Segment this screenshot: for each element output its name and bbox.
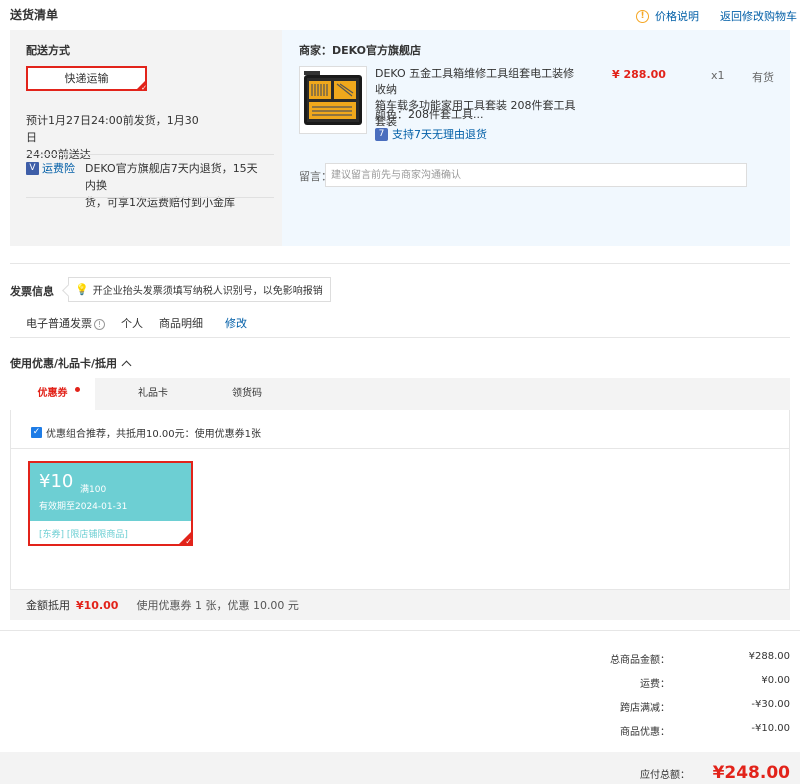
total-value: ¥0.00 — [761, 675, 790, 686]
invoice-tip: 💡 开企业抬头发票须填写纳税人识别号，以免影响报销 — [68, 277, 331, 302]
divider — [26, 154, 274, 155]
coupon-card[interactable]: ¥10 满100 有效期至2024-01-31 [东券] [限店铺限商品] — [28, 461, 193, 546]
insurance-text-line1: DEKO官方旗舰店7天内退货，15天内换 — [85, 162, 258, 192]
deduct-summary: 金额抵用 ¥10.00 使用优惠券 1 张，优惠 10.00 元 — [10, 590, 790, 620]
combo-recommend[interactable]: ✓ 优惠组合推荐，共抵用10.00元：使用优惠券1张 — [31, 425, 261, 440]
page-title: 送货清单 — [10, 8, 59, 22]
invoice-title: 发票信息 — [10, 285, 54, 298]
divider — [26, 197, 274, 198]
total-value: -¥30.00 — [751, 699, 790, 710]
shipping-insurance-badge[interactable]: V 运费险 — [26, 160, 75, 176]
section-divider — [0, 630, 800, 631]
chevron-up-icon — [121, 360, 132, 371]
shipping-insurance-text: DEKO官方旗舰店7天内退货，15天内换 货，可享1次运费赔付到小金库 — [85, 160, 265, 211]
total-label: 运费： — [640, 679, 670, 690]
section-divider — [10, 337, 790, 338]
deduct-amount: ¥10.00 — [76, 598, 119, 612]
shipping-method-label: 快递运输 — [64, 72, 109, 85]
section-divider — [10, 263, 790, 264]
grand-total-label: 应付总额： — [640, 770, 690, 781]
shipping-method-option[interactable]: 快递运输 — [26, 66, 147, 92]
back-to-cart-link[interactable]: 返回修改购物车 — [720, 8, 797, 24]
selected-check-icon — [177, 530, 193, 546]
coupon-amount: ¥10 — [39, 471, 74, 492]
return-policy-label: 支持7天无理由退货 — [392, 128, 487, 141]
deduct-label: 金额抵用 — [26, 599, 70, 612]
grand-total-bar: 应付总额： ¥248.00 — [0, 752, 800, 784]
coupon-card-top: ¥10 满100 有效期至2024-01-31 — [30, 463, 191, 521]
return-policy-link[interactable]: 7 支持7天无理由退货 — [375, 126, 487, 142]
total-value: -¥10.00 — [751, 723, 790, 734]
invoice-type: 电子普通发票! — [26, 315, 105, 331]
tab-coupons-label: 优惠券 — [37, 388, 68, 399]
shipping-label: 配送方式 — [26, 44, 70, 57]
total-label: 总商品金额： — [610, 655, 670, 666]
message-input[interactable] — [325, 163, 747, 187]
invoice-detail: 商品明细 — [159, 317, 203, 330]
help-icon[interactable]: ! — [94, 319, 105, 330]
product-panel: 商家：DEKO官方旗舰店 DEKO 五金工具箱维修工具组套电工装修收纳 箱车载多… — [282, 30, 790, 246]
tab-coupons[interactable]: 优惠券 — [10, 378, 95, 410]
deduct-desc: 使用优惠券 1 张，优惠 10.00 元 — [136, 599, 299, 612]
toolbox-image — [304, 71, 362, 125]
price-info-label: 价格说明 — [655, 10, 699, 23]
total-row: 运费： ¥0.00 — [610, 675, 790, 690]
product-color: 颜色：208件套工具... — [375, 108, 484, 121]
delivery-estimate: 预计1月27日24:00前发货，1月30日 24:00前送达 — [26, 112, 206, 163]
shipping-panel: 配送方式 快递运输 预计1月27日24:00前发货，1月30日 24:00前送达… — [10, 30, 282, 246]
lightbulb-icon: 💡 — [75, 283, 89, 296]
grand-total-value: ¥248.00 — [712, 763, 790, 783]
notification-dot — [75, 387, 80, 392]
shipping-insurance-label: 运费险 — [42, 162, 75, 175]
return-policy-icon: 7 — [375, 127, 388, 141]
total-label: 跨店满减： — [620, 703, 670, 714]
coupon-tags: [东券] [限店铺限商品] — [39, 530, 128, 540]
invoice-type-label: 电子普通发票 — [26, 317, 92, 330]
total-label: 商品优惠： — [620, 727, 670, 738]
coupons-section-toggle[interactable]: 使用优惠/礼品卡/抵用 — [10, 355, 132, 371]
price-info-link[interactable]: ! 价格说明 — [636, 8, 699, 24]
coupon-expiry: 有效期至2024-01-31 — [39, 502, 128, 512]
coupon-card-bottom: [东券] [限店铺限商品] — [30, 521, 191, 544]
product-quantity: x1 — [711, 69, 725, 82]
divider — [11, 448, 789, 449]
combo-text: 优惠组合推荐，共抵用10.00元：使用优惠券1张 — [46, 429, 261, 440]
coupon-tabs: 优惠券 礼品卡 领货码 — [10, 378, 790, 410]
invoice-summary: 电子普通发票! 个人 商品明细 修改 — [26, 315, 247, 331]
tab-redeem-code[interactable]: 领货码 — [202, 378, 292, 410]
product-image[interactable] — [299, 66, 367, 134]
product-price: ¥ 288.00 — [612, 68, 666, 81]
invoice-tip-text: 开企业抬头发票须填写纳税人识别号，以免影响报销 — [92, 286, 323, 297]
merchant-name: 商家：DEKO官方旗舰店 — [299, 44, 422, 57]
invoice-edit-link[interactable]: 修改 — [225, 315, 247, 331]
total-row: 商品优惠： -¥10.00 — [610, 723, 790, 738]
product-title-line1: DEKO 五金工具箱维修工具组套电工装修收纳 — [375, 67, 575, 96]
selected-check-icon — [135, 79, 147, 92]
checkbox-checked-icon[interactable]: ✓ — [31, 427, 42, 438]
coupons-title: 使用优惠/礼品卡/抵用 — [10, 357, 118, 370]
total-row: 总商品金额： ¥288.00 — [610, 651, 790, 666]
stock-status: 有货 — [752, 71, 774, 84]
tab-gift-cards[interactable]: 礼品卡 — [108, 378, 198, 410]
delivery-estimate-line1: 预计1月27日24:00前发货，1月30日 — [26, 114, 199, 144]
invoice-person: 个人 — [121, 317, 143, 330]
shield-icon: V — [26, 161, 39, 175]
total-row: 跨店满减： -¥30.00 — [610, 699, 790, 714]
info-icon: ! — [636, 9, 649, 23]
total-value: ¥288.00 — [748, 651, 790, 662]
coupon-condition: 满100 — [80, 485, 107, 495]
